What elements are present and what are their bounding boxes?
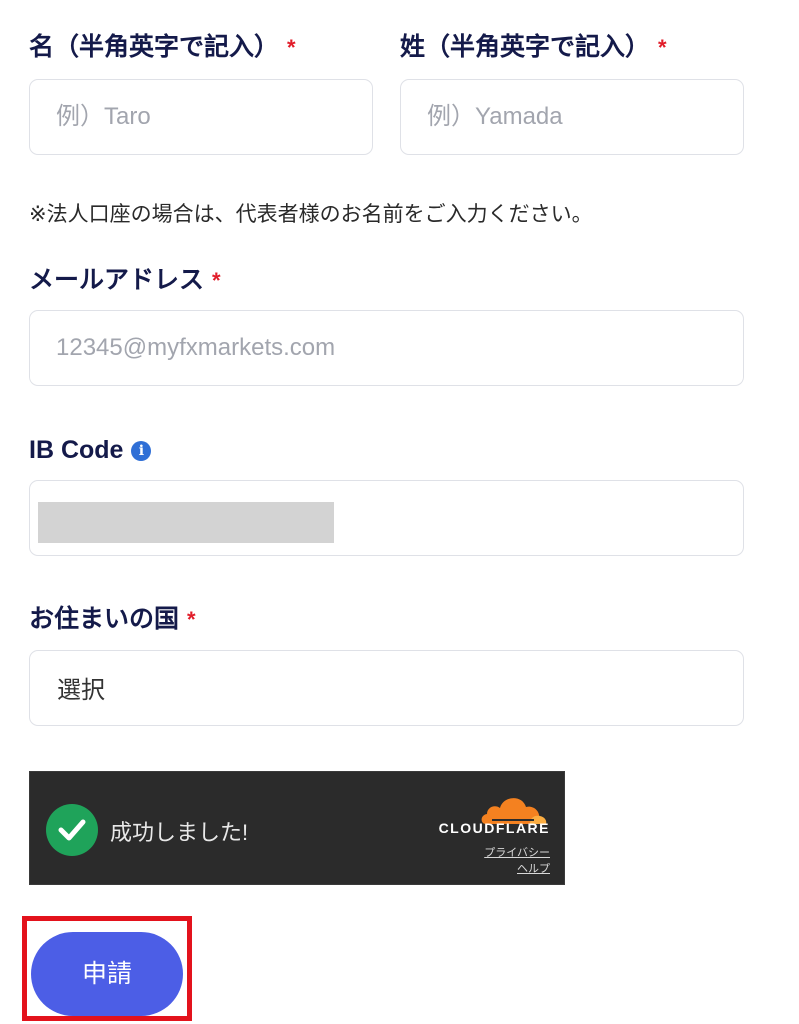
last-name-input[interactable] <box>401 80 743 154</box>
captcha-status-text: 成功しました! <box>110 820 249 845</box>
submit-button[interactable]: 申請 <box>31 932 183 1016</box>
first-name-label-text: 名（半角英字で記入） <box>29 33 280 61</box>
required-asterisk: * <box>187 607 196 632</box>
required-asterisk: * <box>658 35 667 60</box>
email-input[interactable] <box>30 311 743 385</box>
corporate-account-note: ※法人口座の場合は、代表者様のお名前をご入力ください。 <box>29 203 593 226</box>
last-name-label: 姓（半角英字で記入） * <box>400 31 667 64</box>
ib-code-label: IB Code i <box>29 434 152 466</box>
info-circle-icon[interactable]: i <box>131 441 152 461</box>
cloudflare-wordmark: CLOUDFLARE <box>438 820 550 836</box>
first-name-input[interactable] <box>30 80 372 154</box>
email-field[interactable] <box>29 310 744 386</box>
last-name-label-text: 姓（半角英字で記入） <box>400 33 651 61</box>
country-label-text: お住まいの国 <box>29 605 180 633</box>
privacy-link[interactable]: プライバシー <box>484 844 550 860</box>
email-label: メールアドレス * <box>29 264 221 297</box>
success-check-icon <box>46 804 98 856</box>
required-asterisk: * <box>212 268 221 293</box>
help-link[interactable]: ヘルプ <box>517 860 550 876</box>
country-selected-value: 選択 <box>57 677 105 704</box>
first-name-label: 名（半角英字で記入） * <box>29 31 296 64</box>
last-name-field[interactable] <box>400 79 744 155</box>
redacted-ib-code-value <box>38 502 334 543</box>
country-label: お住まいの国 * <box>29 603 196 636</box>
ib-code-label-text: IB Code <box>29 436 124 464</box>
email-label-text: メールアドレス <box>29 266 205 294</box>
first-name-field[interactable] <box>29 79 373 155</box>
required-asterisk: * <box>287 35 296 60</box>
cloudflare-turnstile-widget: 成功しました! CLOUDFLARE プライバシー ヘルプ <box>29 771 565 885</box>
ib-code-field[interactable] <box>29 480 744 556</box>
country-select[interactable]: 選択 <box>29 650 744 726</box>
